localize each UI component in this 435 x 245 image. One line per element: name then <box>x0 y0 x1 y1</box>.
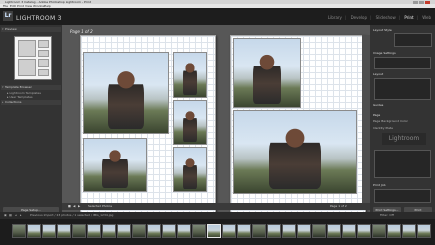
collapse-triangle-icon: ▸ <box>2 100 4 104</box>
photo-cell[interactable] <box>233 110 357 194</box>
print-page-2 <box>230 35 366 225</box>
identity-plate-checkbox[interactable]: Identity Plate <box>373 126 433 130</box>
filmstrip-thumbnail[interactable] <box>372 224 386 238</box>
collections-header[interactable]: ▸ Collections <box>1 100 61 105</box>
print-page-1 <box>80 35 216 225</box>
next-page-icon[interactable]: ▶ <box>78 203 80 210</box>
filmstrip-thumbnail[interactable] <box>87 224 101 238</box>
module-picker: Library | Develop | Slideshow | Print | Web <box>327 15 431 20</box>
module-develop[interactable]: Develop <box>351 15 367 20</box>
filmstrip-thumbnail[interactable] <box>12 224 26 238</box>
right-panel: Layout Style Image Settings Layout Guide… <box>370 25 435 220</box>
filmstrip-thumbnail[interactable] <box>162 224 176 238</box>
photo-cell[interactable] <box>173 100 207 145</box>
module-slideshow[interactable]: Slideshow <box>376 15 396 20</box>
filmstrip-thumbnail[interactable] <box>357 224 371 238</box>
filmstrip-thumbnail[interactable] <box>192 224 206 238</box>
secondary-window-icon[interactable]: ▣ <box>4 212 7 219</box>
identity-plate-bar: Lr LIGHTROOM 3 Library | Develop | Slidesh… <box>0 8 435 25</box>
filmstrip-thumbnail[interactable] <box>342 224 356 238</box>
page-background-checkbox[interactable]: Page Background Color <box>373 119 433 123</box>
filmstrip-thumbnail[interactable] <box>177 224 191 238</box>
photo-cell[interactable] <box>83 52 169 134</box>
canvas-scrollbar[interactable] <box>362 35 370 210</box>
photo-cell[interactable] <box>83 138 147 192</box>
filmstrip-thumbnail[interactable] <box>237 224 251 238</box>
image-settings-options[interactable] <box>374 57 431 69</box>
module-library[interactable]: Library <box>328 15 342 20</box>
print-job-options[interactable] <box>374 189 431 203</box>
list-item[interactable]: ▸ User Templates <box>1 95 61 99</box>
guides-header[interactable]: Guides <box>373 103 433 107</box>
first-page-icon[interactable]: ■ <box>68 203 71 210</box>
prev-page-icon[interactable]: ◀ <box>73 203 75 210</box>
layout-style-header[interactable]: Layout Style <box>373 28 433 32</box>
layout-controls[interactable] <box>374 78 431 100</box>
filmstrip-thumbnail[interactable] <box>267 224 281 238</box>
preview-panel-header[interactable]: ▾ Preview <box>1 27 61 32</box>
filmstrip-thumbnail[interactable] <box>102 224 116 238</box>
photo-cell[interactable] <box>233 38 301 108</box>
filmstrip-header: ▣ ▦ ◂ ▸ Previous Import / 23 photos / 1 … <box>0 212 435 219</box>
forward-arrow-icon[interactable]: ▸ <box>20 212 22 219</box>
filmstrip-thumbnail[interactable] <box>147 224 161 238</box>
print-canvas: Page 1 of 2 <box>62 25 370 225</box>
grid-view-icon[interactable]: ▦ <box>9 212 12 219</box>
filmstrip-thumbnail[interactable] <box>297 224 311 238</box>
page-info: Page 1 of 2 <box>330 204 347 208</box>
filmstrip-thumbnail[interactable] <box>222 224 236 238</box>
filmstrip-thumbnail[interactable] <box>207 224 221 238</box>
filmstrip-thumbnail[interactable] <box>282 224 296 238</box>
filmstrip-thumbnail[interactable] <box>117 224 131 238</box>
print-toolbar: ■ ◀ ▶ Selected Photos Page 1 of 2 <box>62 203 370 210</box>
module-web[interactable]: Web <box>422 15 431 20</box>
photo-cell[interactable] <box>173 52 207 98</box>
left-panel: ▾ Preview ▾ Template Browser ▸ Lightroom… <box>0 25 62 220</box>
filmstrip-thumbnail[interactable] <box>417 224 431 238</box>
filmstrip-thumbnail[interactable] <box>27 224 41 238</box>
page-header[interactable]: Page <box>373 113 433 117</box>
page-label: Page 1 of 2 <box>70 29 93 34</box>
collapse-triangle-icon: ▾ <box>2 27 4 31</box>
print-job-header[interactable]: Print Job <box>373 183 433 187</box>
identity-plate-preview[interactable]: Lightroom <box>382 133 426 145</box>
module-print[interactable]: Print <box>404 15 413 20</box>
filmstrip-thumbnail[interactable] <box>42 224 56 238</box>
filmstrip-thumbnail[interactable] <box>312 224 326 238</box>
filmstrip-thumbnail[interactable] <box>252 224 266 238</box>
layout-style-options[interactable] <box>394 33 432 47</box>
filmstrip-filter[interactable]: Filter: Off <box>380 212 394 219</box>
lightroom-logo: Lr <box>3 11 13 21</box>
filmstrip-thumbnail[interactable] <box>72 224 86 238</box>
back-arrow-icon[interactable]: ◂ <box>15 212 17 219</box>
filmstrip-thumbnail[interactable] <box>57 224 71 238</box>
selected-photos-dropdown[interactable]: Selected Photos <box>88 203 112 210</box>
page-options[interactable] <box>374 150 431 178</box>
filmstrip-thumbnail[interactable] <box>402 224 416 238</box>
layout-header[interactable]: Layout <box>373 72 433 76</box>
filmstrip-thumbnail[interactable] <box>327 224 341 238</box>
product-name: LIGHTROOM 3 <box>16 15 62 22</box>
filmstrip-thumbnail[interactable] <box>387 224 401 238</box>
photo-cell[interactable] <box>173 147 207 192</box>
image-settings-header[interactable]: Image Settings <box>373 51 433 55</box>
template-browser-header[interactable]: ▾ Template Browser <box>1 85 61 90</box>
collapse-triangle-icon: ▾ <box>2 85 4 89</box>
layout-preview <box>14 36 52 80</box>
filmstrip-source[interactable]: Previous Import / 23 photos / 1 selected… <box>30 212 113 219</box>
filmstrip[interactable] <box>0 219 435 245</box>
filmstrip-thumbnail[interactable] <box>132 224 146 238</box>
